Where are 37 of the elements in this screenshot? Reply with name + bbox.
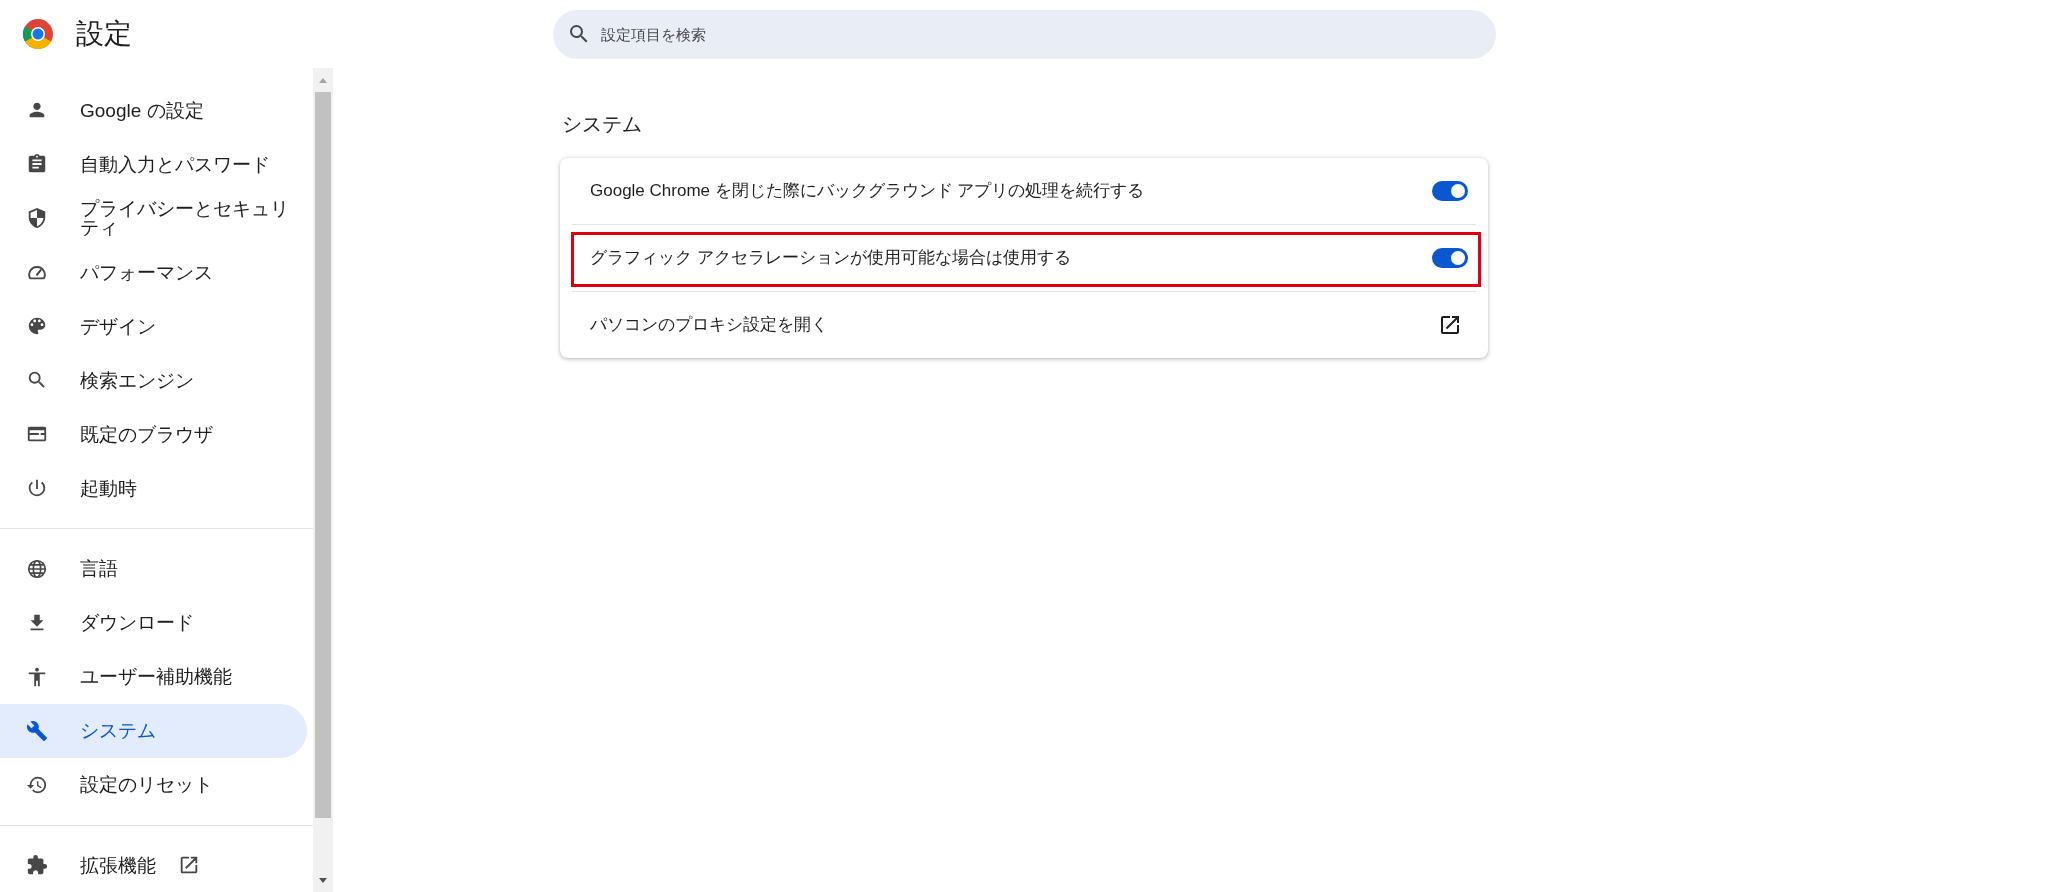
- sidebar-item[interactable]: ダウンロード: [0, 595, 307, 650]
- open-external-icon: [1438, 313, 1462, 337]
- app-logo-icon: [22, 18, 54, 50]
- sidebar-item[interactable]: パフォーマンス: [0, 245, 307, 299]
- sidebar-item[interactable]: 検索エンジン: [0, 353, 307, 407]
- palette-icon: [26, 315, 48, 337]
- sidebar-item[interactable]: 拡張機能: [0, 838, 307, 892]
- sidebar-item[interactable]: 言語: [0, 541, 307, 596]
- accessibility-icon: [26, 665, 48, 688]
- sidebar-item[interactable]: ユーザー補助機能: [0, 649, 307, 704]
- sidebar-item[interactable]: デザイン: [0, 299, 307, 353]
- toggle-switch[interactable]: [1432, 248, 1468, 268]
- sidebar-item[interactable]: 自動入力とパスワード: [0, 137, 307, 191]
- scroll-down-arrow-icon[interactable]: [319, 877, 327, 883]
- open-external-icon: [178, 854, 200, 876]
- globe-icon: [26, 557, 48, 580]
- setting-label: パソコンのプロキシ設定を開く: [590, 314, 829, 337]
- shield-icon: [26, 207, 48, 229]
- search-icon: [26, 369, 48, 391]
- page-title: 設定: [76, 17, 132, 51]
- sidebar-item[interactable]: 既定のブラウザ: [0, 407, 307, 461]
- open-external-button[interactable]: [1438, 313, 1462, 337]
- sidebar-item[interactable]: 起動時: [0, 461, 307, 515]
- power-icon: [26, 477, 48, 499]
- sidebar-item[interactable]: Google の設定: [0, 83, 307, 137]
- puzzle-piece-icon: [26, 854, 48, 876]
- search-field[interactable]: 設定項目を検索: [553, 9, 1496, 59]
- setting-label: Google Chrome を閉じた際にバックグラウンド アプリの処理を続行する: [590, 180, 1146, 203]
- wrench-icon: [26, 719, 48, 742]
- toggle-switch[interactable]: [1432, 181, 1468, 201]
- scrollbar[interactable]: [313, 68, 333, 892]
- sidebar-item[interactable]: システム: [0, 703, 307, 758]
- clipboard-icon: [26, 153, 48, 175]
- sidebar-item[interactable]: プライバシーとセキュリティ: [0, 191, 307, 245]
- section-heading: システム: [561, 112, 643, 137]
- sidebar-item[interactable]: 設定のリセット: [0, 757, 307, 812]
- setting-label: グラフィック アクセラレーションが使用可能な場合は使用する: [590, 247, 1072, 270]
